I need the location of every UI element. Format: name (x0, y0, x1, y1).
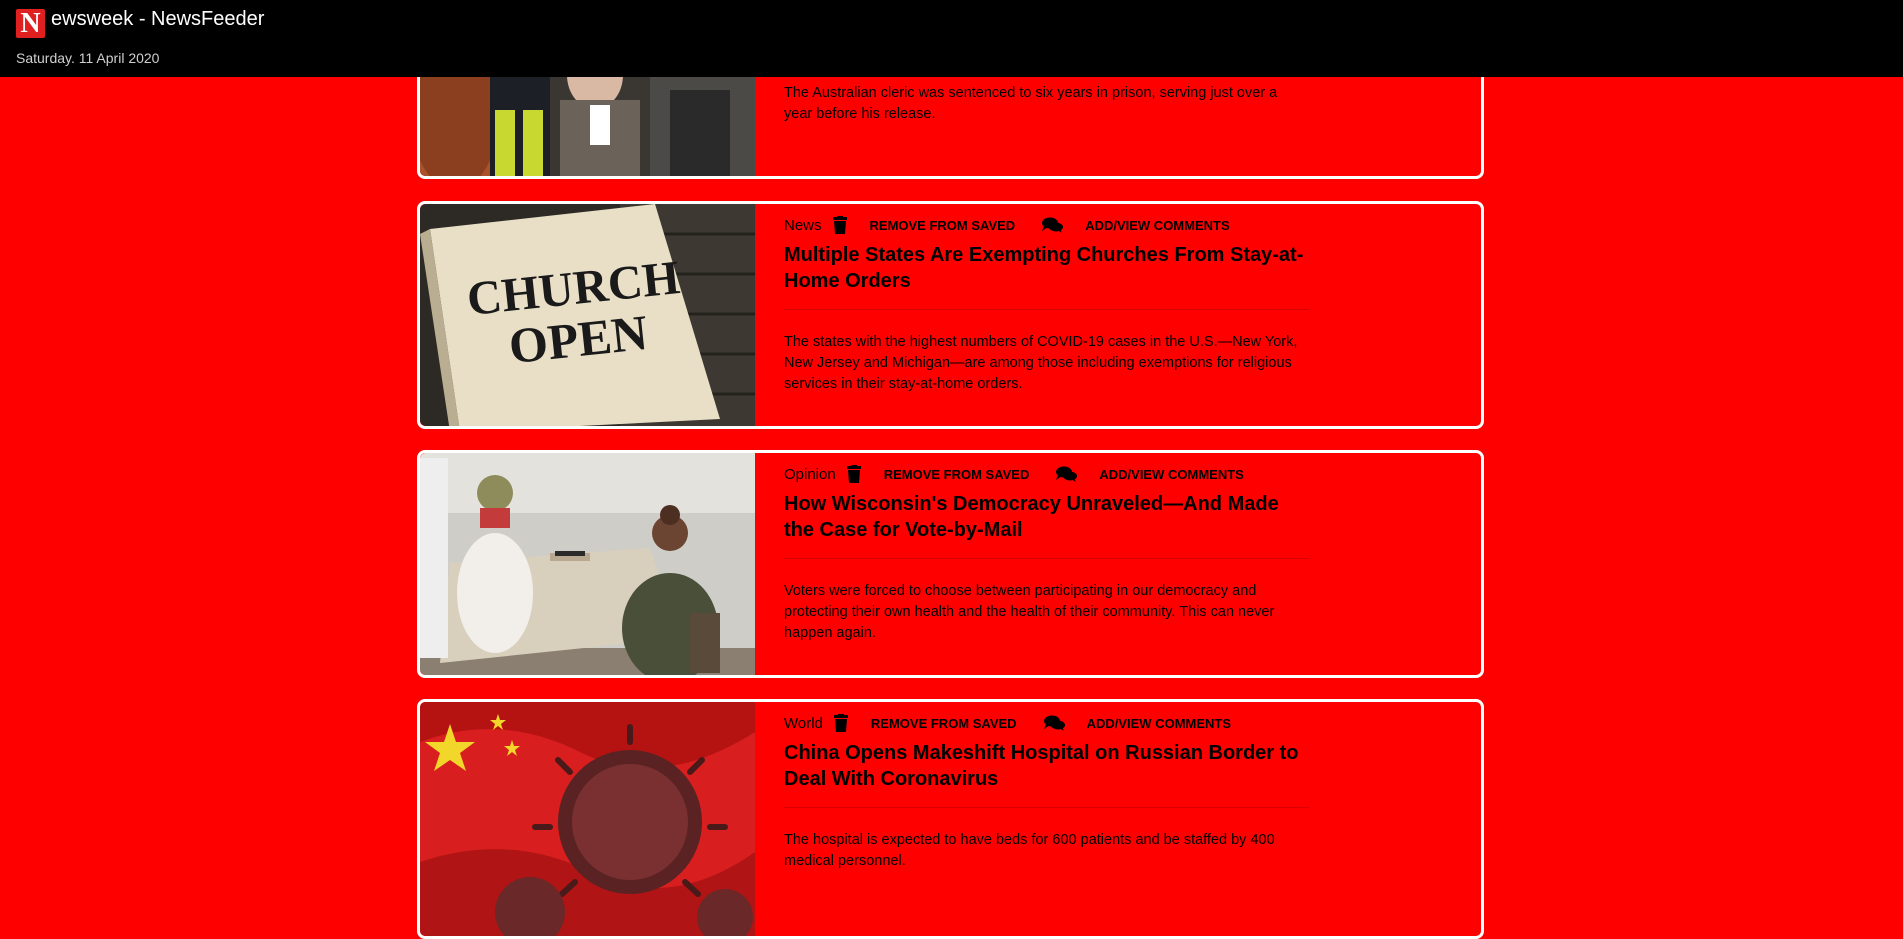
remove-from-saved-button[interactable]: REMOVE FROM SAVED (871, 716, 1017, 731)
article-headline[interactable]: Multiple States Are Exempting Churches F… (784, 242, 1309, 294)
article-meta-bar: News REMOVE FROM SAVED ADD/VIEW COMMENTS (784, 215, 1256, 235)
divider (784, 558, 1309, 559)
remove-from-saved-button[interactable]: REMOVE FROM SAVED (884, 467, 1030, 482)
app-header: N ewsweek - NewsFeeder Saturday. 11 Apri… (0, 0, 1903, 77)
remove-from-saved-button[interactable]: REMOVE FROM SAVED (870, 218, 1016, 233)
divider (784, 807, 1309, 808)
article-card: CHURCH OPEN News REMOVE FROM SAVED ADD/V… (417, 201, 1484, 429)
trash-icon[interactable] (833, 714, 849, 732)
article-image[interactable] (420, 453, 755, 675)
app-title: ewsweek - NewsFeeder (51, 8, 265, 30)
article-body: World REMOVE FROM SAVED ADD/VIEW COMMENT… (784, 702, 1481, 936)
church-open-sign-photo-icon: CHURCH OPEN (420, 204, 755, 426)
add-view-comments-button[interactable]: ADD/VIEW COMMENTS (1087, 716, 1231, 731)
article-summary[interactable]: The Australian cleric was sentenced to s… (784, 83, 1309, 125)
article-category[interactable]: Opinion (784, 466, 836, 483)
article-category[interactable]: World (784, 715, 823, 732)
article-body: News REMOVE FROM SAVED ADD/VIEW COMMENTS… (784, 204, 1481, 426)
article-image[interactable] (420, 702, 755, 936)
newsweek-logo-icon[interactable]: N (16, 9, 45, 38)
article-category[interactable]: News (784, 217, 822, 234)
article-summary[interactable]: Voters were forced to choose between par… (784, 581, 1309, 644)
add-view-comments-button[interactable]: ADD/VIEW COMMENTS (1099, 467, 1243, 482)
current-date: Saturday. 11 April 2020 (16, 50, 160, 66)
comments-icon[interactable] (1043, 715, 1065, 731)
polling-station-photo-icon (420, 453, 755, 675)
coronavirus-flag-photo-icon (420, 702, 755, 936)
divider (784, 309, 1309, 310)
article-meta-bar: World REMOVE FROM SAVED ADD/VIEW COMMENT… (784, 713, 1257, 733)
article-headline[interactable]: China Opens Makeshift Hospital on Russia… (784, 740, 1309, 792)
article-meta-bar: Opinion REMOVE FROM SAVED ADD/VIEW COMME… (784, 464, 1270, 484)
trash-icon[interactable] (832, 216, 848, 234)
comments-icon[interactable] (1055, 466, 1078, 482)
article-card: World REMOVE FROM SAVED ADD/VIEW COMMENT… (417, 699, 1484, 939)
article-headline[interactable]: How Wisconsin's Democracy Unraveled—And … (784, 491, 1309, 543)
article-summary[interactable]: The states with the highest numbers of C… (784, 332, 1309, 395)
article-summary[interactable]: The hospital is expected to have beds fo… (784, 830, 1309, 872)
article-image[interactable]: CHURCH OPEN (420, 204, 755, 426)
article-body: Opinion REMOVE FROM SAVED ADD/VIEW COMME… (784, 453, 1481, 675)
add-view-comments-button[interactable]: ADD/VIEW COMMENTS (1085, 218, 1229, 233)
article-card: Opinion REMOVE FROM SAVED ADD/VIEW COMME… (417, 450, 1484, 678)
trash-icon[interactable] (846, 465, 862, 483)
comments-icon[interactable] (1041, 217, 1064, 233)
